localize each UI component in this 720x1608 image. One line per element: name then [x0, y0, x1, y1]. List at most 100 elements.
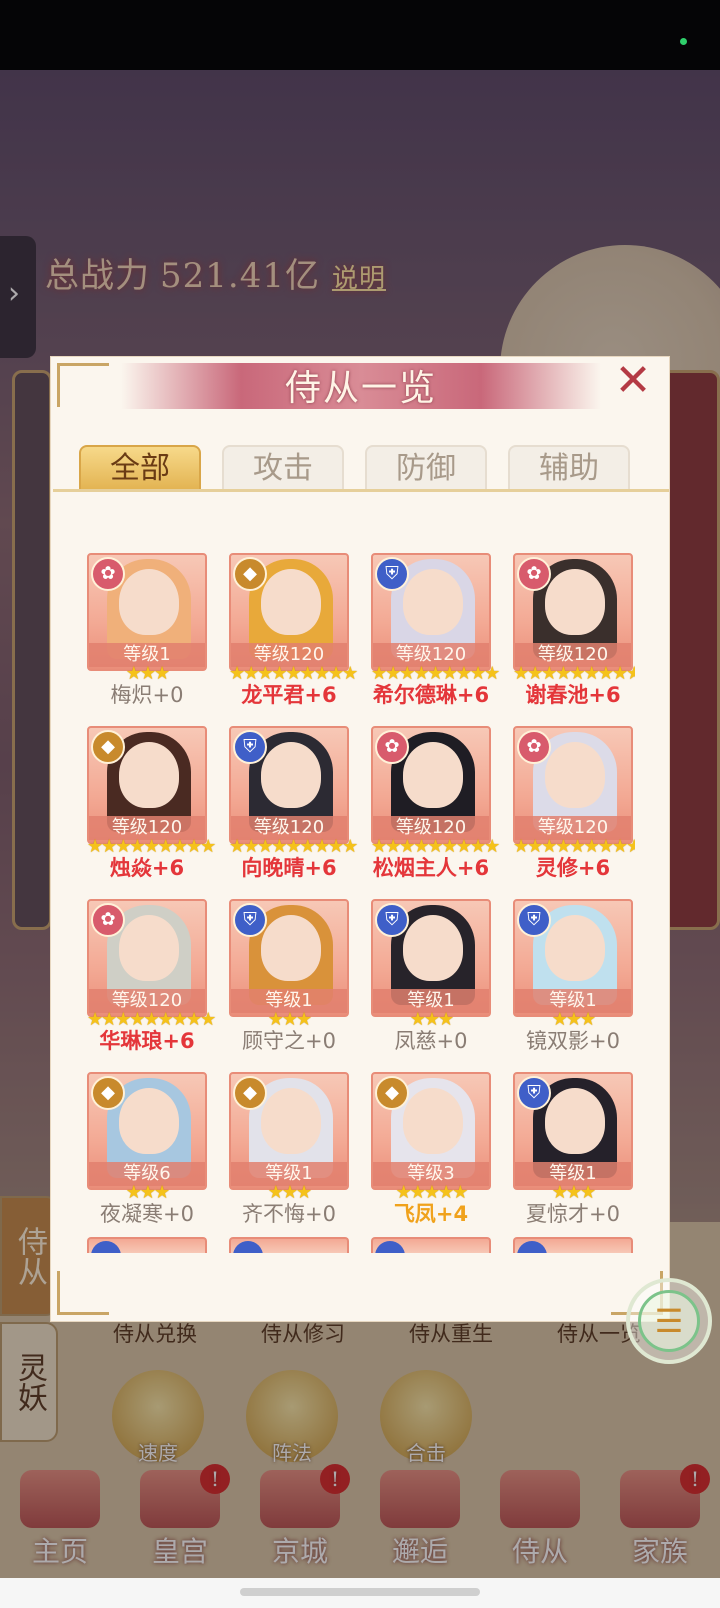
portrait-face — [545, 742, 605, 808]
attendant-portrait: ⛨ 等级1 — [229, 899, 349, 1017]
rose-faction-icon: ✿ — [91, 903, 125, 937]
status-bar — [0, 0, 720, 70]
portrait-face — [261, 569, 321, 635]
home-indicator[interactable] — [240, 1588, 480, 1596]
rose-faction-icon: ✿ — [517, 557, 551, 591]
attendant-portrait: ◆ 等级3 — [371, 1072, 491, 1190]
attendant-portrait: ⛨ 等级1 — [513, 899, 633, 1017]
attendant-card[interactable]: ◆ 等级120 ★★★★★★★★★ 龙平君+6 — [229, 553, 358, 713]
shield-faction-icon — [517, 1241, 547, 1253]
star-rating: ★★★ — [551, 1009, 596, 1030]
star-rating: ★★★★★★★★★ — [513, 663, 635, 684]
notification-dot-icon — [680, 38, 687, 45]
tab-divider — [53, 489, 669, 492]
portrait-face — [403, 915, 463, 981]
star-rating: ★★★ — [409, 1009, 454, 1030]
portrait-face — [403, 1088, 463, 1154]
star-rating: ★★★ — [125, 663, 170, 684]
tab-defense[interactable]: 防御 — [365, 445, 487, 489]
portrait-face — [545, 569, 605, 635]
tab-attack[interactable]: 攻击 — [222, 445, 344, 489]
star-rating: ★★★★★★★★★ — [229, 836, 358, 857]
shield-faction-icon: ⛨ — [517, 1076, 551, 1110]
attendant-card[interactable]: ◆ 等级1 ★★★ 齐不悔+0 — [229, 1072, 349, 1232]
star-rating: ★★★★★★★★★ — [229, 663, 358, 684]
portrait-face — [545, 1088, 605, 1154]
gold-faction-icon: ◆ — [375, 1076, 409, 1110]
attendant-card-partial[interactable] — [513, 1237, 633, 1253]
shield-faction-icon: ⛨ — [233, 903, 267, 937]
attendant-card-partial[interactable] — [371, 1237, 491, 1253]
portrait-face — [403, 742, 463, 808]
attendant-portrait: ⛨ 等级120 — [371, 553, 491, 671]
star-rating: ★★★★★★★★★ — [371, 836, 500, 857]
star-rating: ★★★★★★★★★ — [87, 1009, 216, 1030]
star-rating: ★★★★★ — [395, 1182, 469, 1203]
rose-faction-icon: ✿ — [517, 730, 551, 764]
star-rating: ★★★ — [267, 1009, 312, 1030]
attendant-card[interactable]: ⛨ 等级120 ★★★★★★★★★ 向晚晴+6 — [229, 726, 358, 886]
attendant-card[interactable]: ✿ 等级120 ★★★★★★★★★ 灵修+6 — [513, 726, 635, 886]
tab-support[interactable]: 辅助 — [508, 445, 630, 489]
corner-ornament — [57, 1271, 109, 1315]
star-rating: ★★★★★★★★★ — [371, 663, 500, 684]
shield-faction-icon — [91, 1241, 121, 1253]
attendant-card[interactable]: ◆ 等级6 ★★★ 夜凝寒+0 — [87, 1072, 207, 1232]
dialog-title: 侍从一览 — [284, 368, 437, 409]
portrait-face — [261, 742, 321, 808]
portrait-face — [403, 569, 463, 635]
attendant-portrait: ⛨ 等级1 — [371, 899, 491, 1017]
rose-faction-icon: ✿ — [375, 730, 409, 764]
filter-tabs: 全部 攻击 防御 辅助 — [79, 445, 639, 489]
attendant-card[interactable]: ◆ 等级120 ★★★★★★★★★ 烛焱+6 — [87, 726, 216, 886]
portrait-face — [261, 915, 321, 981]
attendant-portrait: ✿ 等级120 — [513, 553, 633, 671]
attendant-card[interactable]: ◆ 等级3 ★★★★★ 飞凤+4 — [371, 1072, 491, 1232]
shield-faction-icon: ⛨ — [233, 730, 267, 764]
star-rating: ★★★ — [551, 1182, 596, 1203]
shield-faction-icon — [233, 1241, 263, 1253]
rose-faction-icon: ✿ — [91, 557, 125, 591]
menu-button[interactable]: ☰ — [626, 1278, 712, 1364]
shield-faction-icon: ⛨ — [517, 903, 551, 937]
attendant-card[interactable]: ✿ 等级120 ★★★★★★★★★ 华琳琅+6 — [87, 899, 216, 1059]
attendant-card-partial[interactable] — [87, 1237, 207, 1253]
attendant-portrait: ✿ 等级1 — [87, 553, 207, 671]
shield-faction-icon — [375, 1241, 405, 1253]
shield-faction-icon: ⛨ — [375, 903, 409, 937]
attendant-card[interactable]: ✿ 等级120 ★★★★★★★★★ 松烟主人+6 — [371, 726, 500, 886]
star-rating: ★★★ — [125, 1182, 170, 1203]
star-rating: ★★★★★★★★★ — [87, 836, 216, 857]
attendant-card[interactable]: ⛨ 等级1 ★★★ 夏惊才+0 — [513, 1072, 633, 1232]
star-rating: ★★★ — [267, 1182, 312, 1203]
gold-faction-icon: ◆ — [233, 1076, 267, 1110]
shield-faction-icon: ⛨ — [375, 557, 409, 591]
attendant-portrait: ⛨ 等级1 — [513, 1072, 633, 1190]
attendant-card[interactable]: ⛨ 等级1 ★★★ 顾守之+0 — [229, 899, 349, 1059]
portrait-face — [261, 1088, 321, 1154]
portrait-face — [545, 915, 605, 981]
attendant-card[interactable]: ✿ 等级1 ★★★ 梅炽+0 — [87, 553, 207, 713]
attendant-portrait: ◆ 等级120 — [229, 553, 349, 671]
attendant-card[interactable]: ✿ 等级120 ★★★★★★★★★ 谢春池+6 — [513, 553, 635, 713]
attendant-portrait: ✿ 等级120 — [371, 726, 491, 844]
portrait-face — [119, 569, 179, 635]
tab-all[interactable]: 全部 — [79, 445, 201, 489]
attendant-portrait: ◆ 等级6 — [87, 1072, 207, 1190]
portrait-face — [119, 742, 179, 808]
gold-faction-icon: ◆ — [91, 1076, 125, 1110]
gold-faction-icon: ◆ — [91, 730, 125, 764]
attendant-card[interactable]: ⛨ 等级120 ★★★★★★★★★ 希尔德琳+6 — [371, 553, 500, 713]
attendant-overview-dialog: 侍从一览 ✕ 全部 攻击 防御 辅助 ✿ 等级1 ★★★ 梅炽+0 ◆ 等级120 ★★★★… — [50, 356, 670, 1322]
close-icon[interactable]: ✕ — [611, 359, 655, 403]
gold-faction-icon: ◆ — [233, 557, 267, 591]
attendant-portrait: ✿ 等级120 — [87, 899, 207, 1017]
attendant-grid: ✿ 等级1 ★★★ 梅炽+0 ◆ 等级120 ★★★★★★★★★ 龙平君+6 ⛨ 等级120 ★★★… — [87, 553, 635, 1253]
attendant-card[interactable]: ⛨ 等级1 ★★★ 凤慈+0 — [371, 899, 491, 1059]
attendant-card[interactable]: ⛨ 等级1 ★★★ 镜双影+0 — [513, 899, 633, 1059]
attendant-portrait: ✿ 等级120 — [513, 726, 633, 844]
attendant-portrait: ⛨ 等级120 — [229, 726, 349, 844]
star-rating: ★★★★★★★★★ — [513, 836, 635, 857]
attendant-card-partial[interactable] — [229, 1237, 349, 1253]
menu-icon: ☰ — [638, 1290, 700, 1352]
